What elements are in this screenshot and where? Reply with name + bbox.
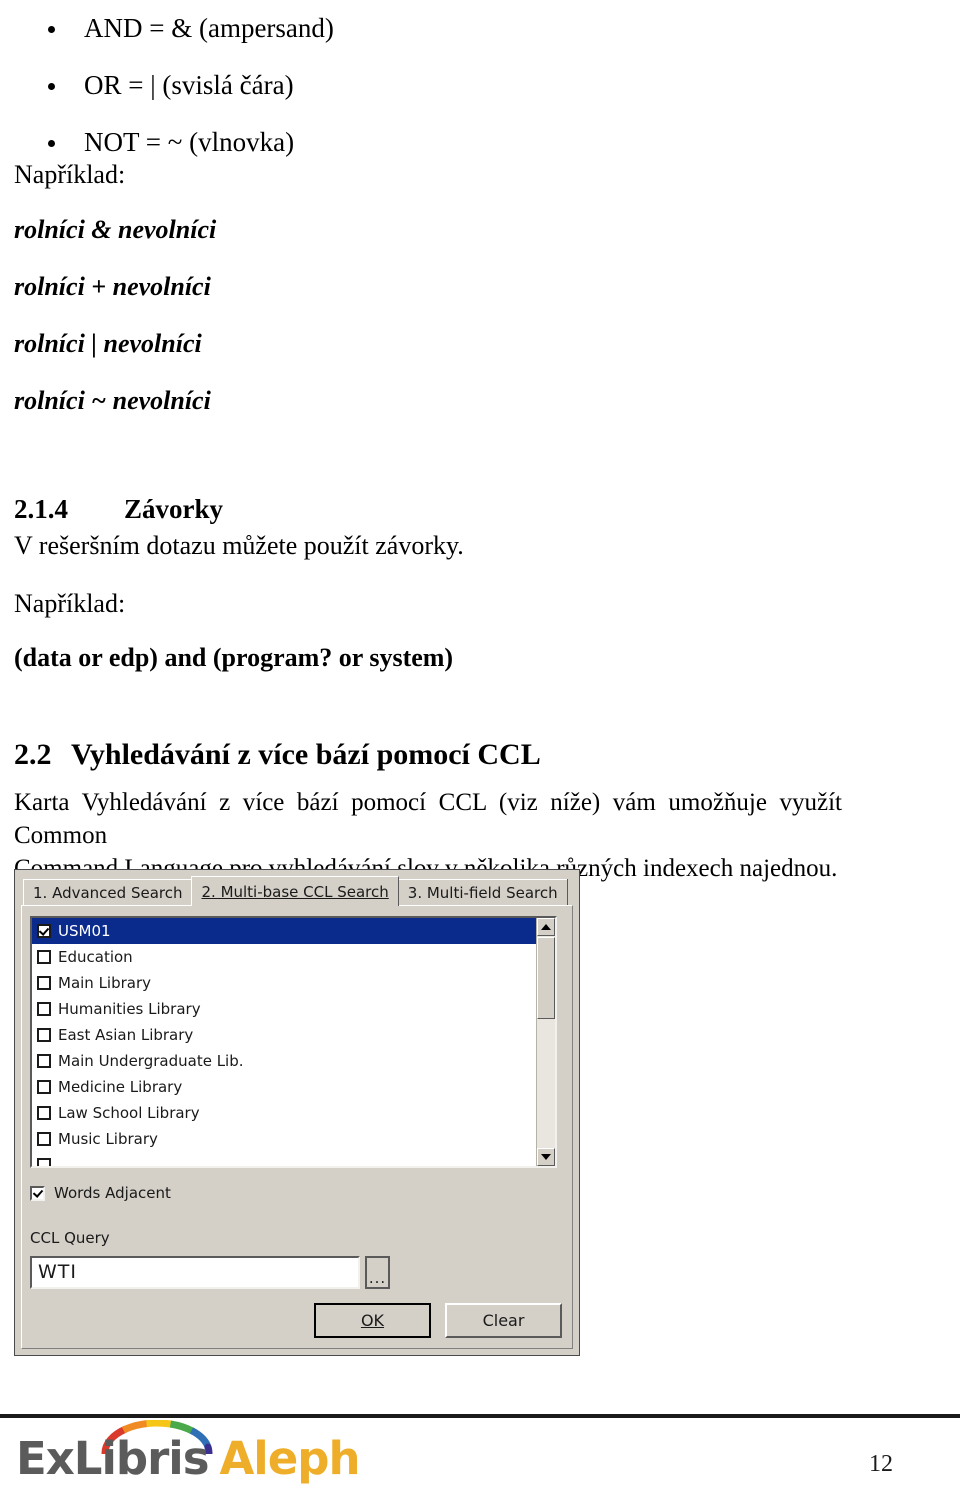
list-item-label: Main Library: [58, 974, 152, 992]
base-list[interactable]: USM01 Education Main Library Humanities …: [30, 916, 557, 1168]
list-item: NOT = ~ (vlnovka): [0, 114, 900, 171]
section-number: 2.2: [14, 738, 52, 771]
tab-strip-edge: [566, 879, 570, 906]
list-item[interactable]: USM01: [32, 918, 536, 944]
checkbox-icon[interactable]: [37, 1054, 51, 1068]
section-title: Závorky: [124, 494, 224, 524]
bullet-icon: [48, 25, 55, 33]
logo-exlibris-text: ExLibris: [16, 1432, 209, 1485]
section-title: Vyhledávání z více bází pomocí CCL: [71, 738, 541, 771]
list-item-label: USM01: [58, 922, 111, 940]
words-adjacent-checkbox[interactable]: [30, 1185, 45, 1201]
page-number: 12: [869, 1451, 893, 1477]
tab-multi-base-ccl-search[interactable]: 2. Multi-base CCL Search: [191, 876, 399, 906]
list-item-label: Music Library: [58, 1130, 158, 1148]
clear-button[interactable]: Clear: [445, 1303, 562, 1338]
list-item[interactable]: Main Undergraduate Lib.: [32, 1048, 536, 1074]
list-item-label: East Asian Library: [58, 1026, 194, 1044]
clear-button-label: Clear: [482, 1311, 525, 1330]
checkbox-icon[interactable]: [37, 1080, 51, 1094]
ccl-query-browse-button[interactable]: ...: [365, 1256, 390, 1289]
list-item[interactable]: Music Library: [32, 1126, 536, 1152]
list-item: AND = & (ampersand): [0, 0, 900, 57]
scrollbar-thumb[interactable]: [537, 937, 555, 1019]
bullet-label: AND = & (ampersand): [84, 13, 334, 43]
tab-advanced-search[interactable]: 1. Advanced Search: [23, 879, 193, 906]
section-heading-2-2: 2.2 Vyhledávání z více bází pomocí CCL: [14, 738, 541, 772]
list-item[interactable]: Humanities Library: [32, 996, 536, 1022]
list-item[interactable]: East Asian Library: [32, 1022, 536, 1048]
footer-divider: [0, 1414, 960, 1418]
ccl-query-label: CCL Query: [30, 1229, 110, 1247]
base-list-items: USM01 Education Main Library Humanities …: [32, 918, 536, 1166]
query-example-2: rolníci + nevolníci: [14, 272, 211, 301]
list-item[interactable]: Law School Library: [32, 1100, 536, 1126]
list-item: OR = | (svislá čára): [0, 57, 900, 114]
checkbox-icon[interactable]: [37, 924, 51, 938]
list-item-partial[interactable]: [32, 1152, 536, 1166]
chevron-down-icon: [541, 1154, 551, 1160]
ellipsis-icon: ...: [368, 1269, 387, 1287]
parenthesis-example-query: (data or edp) and (program? or system): [14, 643, 454, 672]
tab-panel-multi-base-ccl: USM01 Education Main Library Humanities …: [21, 905, 573, 1349]
operator-bullet-list: AND = & (ampersand) OR = | (svislá čára)…: [0, 0, 900, 171]
bullet-icon: [48, 82, 55, 90]
ok-button-label: OK: [360, 1311, 385, 1330]
bullet-label: OR = | (svislá čára): [84, 70, 294, 100]
scroll-up-button[interactable]: [537, 918, 555, 936]
checkbox-icon[interactable]: [37, 1158, 51, 1166]
checkbox-icon[interactable]: [37, 950, 51, 964]
ccl-search-dialog: 1. Advanced Search 2. Multi-base CCL Sea…: [14, 869, 580, 1356]
words-adjacent-row[interactable]: Words Adjacent: [30, 1184, 171, 1202]
example-label-1: Například:: [14, 160, 126, 189]
example-label-2: Například:: [14, 589, 126, 618]
checkbox-icon[interactable]: [37, 976, 51, 990]
ok-button[interactable]: OK: [314, 1303, 431, 1338]
list-item[interactable]: Main Library: [32, 970, 536, 996]
section-number: 2.1.4: [14, 494, 68, 524]
body-line-1: Karta Vyhledávání z více bází pomocí CCL…: [14, 789, 842, 849]
list-item-label: Law School Library: [58, 1104, 200, 1122]
exlibris-aleph-logo: ExLibris Aleph: [16, 1420, 361, 1484]
document-page: AND = & (ampersand) OR = | (svislá čára)…: [0, 0, 960, 1492]
dialog-button-row: OK Clear: [314, 1303, 562, 1338]
words-adjacent-label: Words Adjacent: [54, 1184, 171, 1202]
list-item[interactable]: Medicine Library: [32, 1074, 536, 1100]
list-item[interactable]: Education: [32, 944, 536, 970]
scroll-down-button[interactable]: [537, 1148, 555, 1166]
list-item-label: Medicine Library: [58, 1078, 183, 1096]
query-example-3: rolníci | nevolníci: [14, 329, 202, 358]
checkbox-icon[interactable]: [37, 1132, 51, 1146]
chevron-up-icon: [541, 924, 551, 930]
logo-aleph-text: Aleph: [219, 1432, 360, 1485]
query-example-4: rolníci ~ nevolníci: [14, 386, 211, 415]
list-item-label: Education: [58, 948, 133, 966]
checkbox-icon[interactable]: [37, 1002, 51, 1016]
logo-wordmark: ExLibris Aleph: [16, 1432, 361, 1485]
section-214-intro: V rešeršním dotazu můžete použít závorky…: [14, 531, 464, 560]
section-heading-2-1-4: 2.1.4 Závorky: [14, 494, 223, 525]
bullet-icon: [48, 139, 55, 147]
ccl-query-row: WTI ...: [30, 1256, 390, 1289]
tab-strip: 1. Advanced Search 2. Multi-base CCL Sea…: [23, 876, 570, 906]
ccl-query-input[interactable]: WTI: [30, 1256, 360, 1289]
checkbox-icon[interactable]: [37, 1028, 51, 1042]
query-example-1: rolníci & nevolníci: [14, 215, 217, 244]
list-item-label: Main Undergraduate Lib.: [58, 1052, 244, 1070]
tab-multi-field-search[interactable]: 3. Multi-field Search: [397, 879, 568, 906]
base-list-scrollbar[interactable]: [536, 918, 555, 1166]
checkbox-icon[interactable]: [37, 1106, 51, 1120]
list-item-label: Humanities Library: [58, 1000, 201, 1018]
